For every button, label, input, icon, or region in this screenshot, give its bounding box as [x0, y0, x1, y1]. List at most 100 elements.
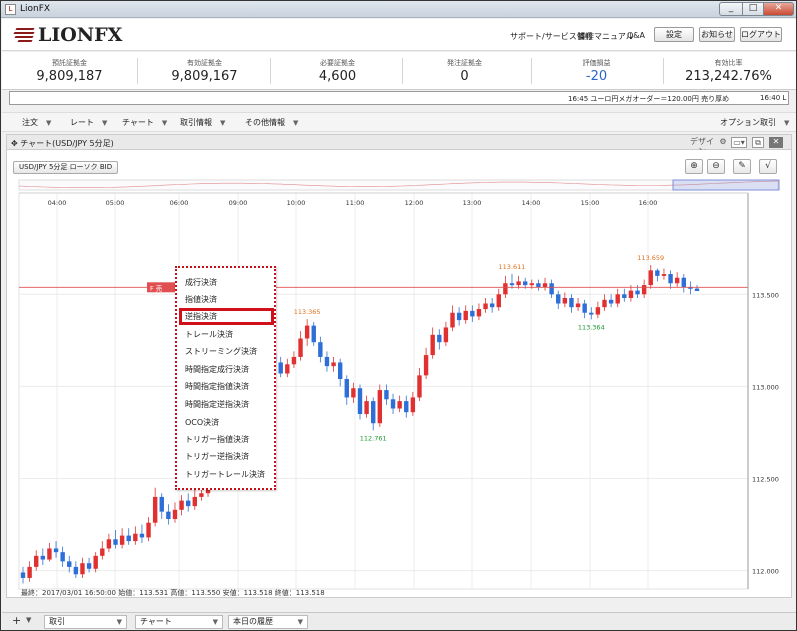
price-annotation: 113.611	[499, 263, 526, 271]
overview-background	[18, 179, 779, 191]
y-tick-label: 113.000	[752, 383, 779, 391]
bottom-tab-bar: + ▼ 取引 ▼ チャート ▼ 本日の履歴 ▼	[2, 612, 796, 630]
candle-body	[344, 379, 349, 398]
candle-body	[622, 294, 627, 298]
candle-body	[285, 364, 290, 374]
candle-body	[159, 496, 164, 512]
candle-body	[437, 334, 442, 343]
candle-body	[179, 500, 184, 510]
y-tick-label: 113.500	[752, 291, 779, 299]
candle-body	[324, 356, 330, 367]
candle-body	[113, 539, 118, 545]
context-menu-item[interactable]: 時間指定成行決済	[185, 364, 249, 375]
candle-body	[430, 334, 435, 356]
candle-body	[410, 397, 416, 413]
context-menu-item[interactable]: トリガー指値決済	[185, 434, 249, 445]
candlestick-chart[interactable]: F 売 113.365 112.761 113.611 113.364 113.659 1…	[1, 1, 796, 630]
candle-body	[377, 390, 383, 424]
candle-body	[311, 325, 316, 343]
price-annotation: 112.761	[360, 434, 387, 442]
y-tick-label: 112.000	[752, 568, 779, 576]
candle-body	[119, 535, 125, 545]
candle-body	[53, 548, 59, 553]
candle-body	[390, 399, 396, 409]
candle-body	[569, 297, 574, 308]
candle-body	[595, 307, 601, 315]
candle-body	[47, 548, 52, 560]
candle-body	[357, 388, 363, 415]
y-axis: 113.500 113.000 112.500 112.000	[747, 193, 779, 589]
x-tick-label: 10:00	[287, 199, 306, 207]
x-tick-label: 06:00	[170, 199, 189, 207]
candle-body	[278, 362, 283, 374]
context-menu-item[interactable]: 成行決済	[185, 277, 217, 288]
context-menu-item[interactable]: ストリーミング決済	[185, 346, 257, 357]
tab-label: 本日の履歴	[233, 617, 273, 626]
candle-body	[450, 312, 455, 328]
candle-body	[20, 572, 26, 578]
candle-body	[489, 303, 495, 308]
candle-body	[582, 303, 587, 313]
x-tick-label: 04:00	[48, 199, 67, 207]
candle-body	[60, 552, 65, 562]
bottom-tab-chart[interactable]: チャート ▼	[135, 615, 223, 629]
y-tick-label: 112.500	[752, 475, 779, 483]
candle-body	[152, 496, 158, 523]
candle-body	[133, 533, 138, 542]
app-window: L LionFX _ □ ✕ LIONFX サポート/サービス情報 操作マニュア…	[0, 0, 797, 631]
add-tab-icon[interactable]: +	[12, 614, 21, 627]
candle-body	[404, 401, 409, 413]
settlement-context-menu: 成行決済指値決済逆指決済トレール決済ストリーミング決済 時間指定成行決済 時間指定指…	[175, 266, 276, 490]
candle-body	[694, 288, 700, 291]
candle-body	[423, 355, 429, 376]
candle-body	[384, 390, 389, 400]
candle-body	[542, 283, 548, 287]
candle-body	[635, 290, 640, 295]
candle-body	[139, 533, 145, 538]
candle-body	[648, 270, 653, 286]
candle-body	[443, 327, 449, 343]
candle-body	[291, 356, 297, 365]
candle-body	[476, 309, 482, 317]
candle-body	[318, 342, 323, 357]
candle-body	[351, 388, 356, 398]
context-menu-item[interactable]: トリガー逆指決済	[185, 451, 249, 462]
context-menu-item[interactable]: 指値決済	[185, 294, 217, 305]
context-menu-item[interactable]: 逆指決済	[185, 311, 217, 322]
x-tick-label: 05:00	[106, 199, 125, 207]
context-menu-item[interactable]: 時間指定指値決済	[185, 381, 249, 392]
chevron-down-icon: ▼	[116, 618, 122, 626]
x-tick-label: 12:00	[405, 199, 424, 207]
tab-label: チャート	[140, 617, 172, 626]
overview-strip[interactable]	[18, 179, 780, 191]
price-annotation: 113.659	[637, 254, 664, 262]
candle-body	[417, 375, 422, 398]
candle-body	[463, 310, 468, 321]
bottom-tab-trade[interactable]: 取引 ▼	[44, 615, 127, 629]
bottom-tab-history[interactable]: 本日の履歴 ▼	[228, 615, 308, 629]
candle-body	[86, 563, 92, 569]
candle-body	[529, 283, 535, 286]
x-tick-label: 11:00	[346, 199, 365, 207]
x-tick-label: 09:00	[229, 199, 248, 207]
candle-body	[496, 294, 501, 308]
price-annotation: 113.365	[294, 308, 321, 316]
candle-body	[100, 548, 105, 556]
candle-body	[536, 283, 541, 287]
candle-body	[674, 277, 680, 284]
context-menu-item[interactable]: 時間指定逆指決済	[185, 399, 249, 410]
chevron-down-icon[interactable]: ▼	[26, 616, 31, 624]
candle-body	[562, 297, 568, 304]
ohlc-status-text: 最終：2017/03/01 16:50:00 始値：113.531 高値：113…	[21, 588, 325, 597]
x-tick-label: 16:00	[639, 199, 658, 207]
candle-body	[298, 338, 303, 357]
candle-body	[575, 303, 581, 308]
context-menu-item[interactable]: OCO決済	[185, 417, 219, 428]
candle-body	[483, 303, 488, 310]
candle-body	[681, 277, 686, 287]
context-menu-item[interactable]: トレール決済	[185, 329, 233, 340]
candle-body	[80, 563, 85, 575]
candle-body	[106, 539, 112, 549]
context-menu-item[interactable]: トリガートレール決済	[185, 469, 265, 480]
candle-body	[602, 299, 607, 308]
